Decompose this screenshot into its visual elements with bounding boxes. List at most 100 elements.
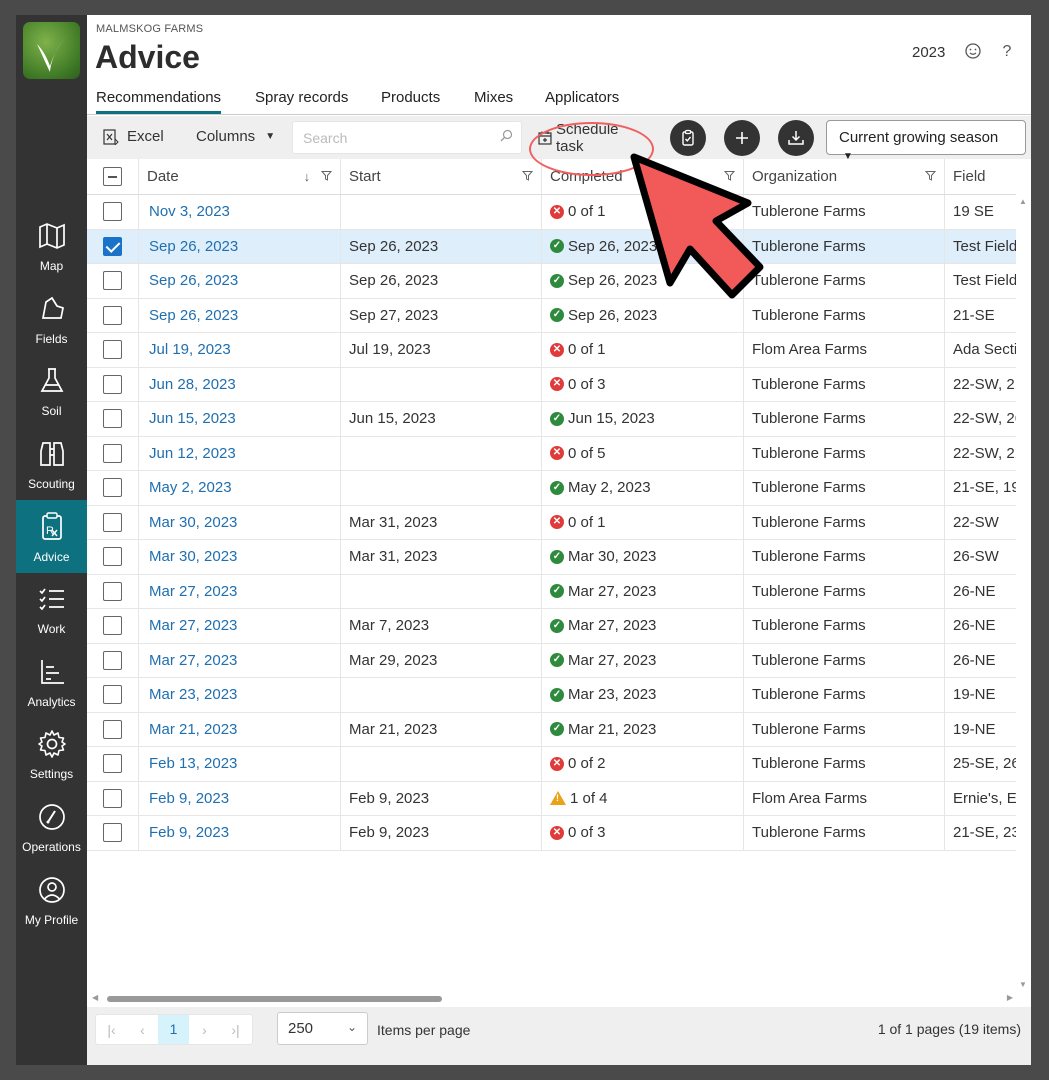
previous-page-icon[interactable]: ‹ xyxy=(127,1022,158,1038)
row-checkbox[interactable] xyxy=(103,478,122,498)
column-header-start[interactable]: Start xyxy=(341,159,542,194)
scroll-right-icon[interactable]: ▶ xyxy=(1007,993,1013,1002)
table-row[interactable]: Mar 27, 2023 Mar 7, 2023 ✓ Mar 27, 2023 Tubl… xyxy=(87,609,1016,644)
date-link[interactable]: May 2, 2023 xyxy=(149,479,232,496)
sidebar-item-my-profile[interactable]: My Profile xyxy=(16,863,87,936)
row-checkbox[interactable] xyxy=(103,305,122,325)
horizontal-scroll-thumb[interactable] xyxy=(107,996,442,1002)
download-button[interactable] xyxy=(778,120,814,156)
row-checkbox[interactable] xyxy=(103,443,122,463)
row-checkbox[interactable] xyxy=(103,754,122,774)
row-checkbox[interactable] xyxy=(103,374,122,394)
table-row[interactable]: Nov 3, 2023 ✕ 0 of 1 Tublerone Farms 19 SE xyxy=(87,195,1016,230)
column-header-date[interactable]: Date ↓ xyxy=(139,159,341,194)
date-link[interactable]: Jul 19, 2023 xyxy=(149,341,231,358)
tab-spray-records[interactable]: Spray records xyxy=(255,89,348,111)
row-checkbox[interactable] xyxy=(103,788,122,808)
help-icon[interactable]: ? xyxy=(997,42,1017,62)
table-row[interactable]: Jun 15, 2023 Jun 15, 2023 ✓ Jun 15, 2023 Tub… xyxy=(87,402,1016,437)
column-header-completed[interactable]: Completed xyxy=(542,159,744,194)
date-link[interactable]: Sep 26, 2023 xyxy=(149,238,238,255)
row-checkbox[interactable] xyxy=(103,823,122,843)
date-link[interactable]: Mar 30, 2023 xyxy=(149,548,237,565)
select-all-checkbox[interactable] xyxy=(103,167,122,186)
year-selector[interactable]: 2023 xyxy=(912,44,945,61)
table-row[interactable]: Mar 30, 2023 Mar 31, 2023 ✓ Mar 30, 2023 Tub… xyxy=(87,540,1016,575)
table-row[interactable]: Jul 19, 2023 Jul 19, 2023 ✕ 0 of 1 Flom Area… xyxy=(87,333,1016,368)
tab-products[interactable]: Products xyxy=(381,89,440,111)
date-link[interactable]: Mar 30, 2023 xyxy=(149,514,237,531)
date-link[interactable]: Sep 26, 2023 xyxy=(149,272,238,289)
add-button[interactable] xyxy=(724,120,760,156)
tab-recommendations[interactable]: Recommendations xyxy=(96,89,222,114)
tab-mixes[interactable]: Mixes xyxy=(474,89,513,111)
sidebar-item-scouting[interactable]: Scouting xyxy=(16,428,87,501)
table-row[interactable]: Feb 9, 2023 Feb 9, 2023! 1 of 4 Flom Area F… xyxy=(87,781,1016,816)
app-logo[interactable] xyxy=(23,22,80,79)
date-link[interactable]: Jun 15, 2023 xyxy=(149,410,236,427)
date-link[interactable]: Feb 9, 2023 xyxy=(149,824,229,841)
sort-descending-icon[interactable]: ↓ xyxy=(304,169,311,184)
row-checkbox[interactable] xyxy=(103,512,122,532)
smiley-icon[interactable] xyxy=(963,42,983,62)
row-checkbox[interactable] xyxy=(103,685,122,705)
scroll-up-icon[interactable]: ▲ xyxy=(1019,197,1027,206)
row-checkbox[interactable] xyxy=(103,409,122,429)
date-link[interactable]: Mar 27, 2023 xyxy=(149,617,237,634)
table-row[interactable]: Sep 26, 2023 Sep 27, 2023 ✓ Sep 26, 2023 Tub… xyxy=(87,298,1016,333)
page-number-button[interactable]: 1 xyxy=(158,1015,189,1044)
table-row[interactable]: Jun 28, 2023 ✕ 0 of 3 Tublerone Farms 22-SW,… xyxy=(87,367,1016,402)
date-link[interactable]: Mar 27, 2023 xyxy=(149,652,237,669)
date-link[interactable]: Sep 26, 2023 xyxy=(149,307,238,324)
row-checkbox[interactable] xyxy=(103,650,122,670)
filter-icon[interactable] xyxy=(924,169,937,184)
row-checkbox[interactable] xyxy=(103,581,122,601)
date-link[interactable]: Nov 3, 2023 xyxy=(149,203,230,220)
table-row[interactable]: May 2, 2023 ✓ May 2, 2023 Tublerone Farms 21… xyxy=(87,471,1016,506)
clipboard-check-button[interactable] xyxy=(670,120,706,156)
row-checkbox[interactable] xyxy=(103,236,122,256)
date-link[interactable]: Mar 21, 2023 xyxy=(149,721,237,738)
sidebar-item-map[interactable]: Map xyxy=(16,210,87,283)
date-link[interactable]: Jun 28, 2023 xyxy=(149,376,236,393)
column-header-field[interactable]: Field xyxy=(945,159,1016,194)
page-size-select[interactable]: 250 ⌄ xyxy=(277,1012,368,1045)
last-page-icon[interactable]: ›| xyxy=(220,1022,251,1038)
vertical-scrollbar[interactable]: ▲ ▼ xyxy=(1016,195,1031,991)
schedule-task-button[interactable]: Schedule task xyxy=(532,121,650,155)
sidebar-item-operations[interactable]: Operations xyxy=(16,791,87,864)
date-link[interactable]: Mar 27, 2023 xyxy=(149,583,237,600)
season-dropdown[interactable]: Current growing season ▼ xyxy=(826,120,1026,162)
sidebar-item-settings[interactable]: Settings xyxy=(16,718,87,791)
row-checkbox[interactable] xyxy=(103,271,122,291)
table-row[interactable]: Feb 13, 2023 ✕ 0 of 2 Tublerone Farms 25-SE,… xyxy=(87,747,1016,782)
table-row[interactable]: Sep 26, 2023 Sep 26, 2023 ✓ Sep 26, 2023 Tub… xyxy=(87,229,1016,264)
date-link[interactable]: Jun 12, 2023 xyxy=(149,445,236,462)
sidebar-item-analytics[interactable]: Analytics xyxy=(16,646,87,719)
first-page-icon[interactable]: |‹ xyxy=(96,1022,127,1038)
sidebar-item-work[interactable]: Work xyxy=(16,573,87,646)
row-checkbox[interactable] xyxy=(103,202,122,222)
sidebar-item-advice[interactable]: R Advice xyxy=(16,500,87,573)
filter-icon[interactable] xyxy=(723,169,736,184)
scroll-down-icon[interactable]: ▼ xyxy=(1019,980,1027,989)
excel-export-button[interactable]: Excel xyxy=(103,128,164,145)
table-row[interactable]: Mar 21, 2023 Mar 21, 2023 ✓ Mar 21, 2023 Tub… xyxy=(87,712,1016,747)
columns-dropdown[interactable]: Columns ▼ xyxy=(196,128,275,145)
date-link[interactable]: Feb 13, 2023 xyxy=(149,755,237,772)
sidebar-item-soil[interactable]: Soil xyxy=(16,355,87,428)
table-row[interactable]: Mar 27, 2023 ✓ Mar 27, 2023 Tublerone Farms… xyxy=(87,574,1016,609)
scroll-left-icon[interactable]: ◀ xyxy=(92,993,98,1002)
sidebar-item-fields[interactable]: Fields xyxy=(16,283,87,356)
filter-icon[interactable] xyxy=(521,169,534,184)
search-input[interactable]: Search xyxy=(292,121,522,154)
date-link[interactable]: Feb 9, 2023 xyxy=(149,790,229,807)
filter-icon[interactable] xyxy=(320,170,333,181)
date-link[interactable]: Mar 23, 2023 xyxy=(149,686,237,703)
table-row[interactable]: Mar 23, 2023 ✓ Mar 23, 2023 Tublerone Farms… xyxy=(87,678,1016,713)
table-row[interactable]: Feb 9, 2023 Feb 9, 2023 ✕ 0 of 3 Tublerone F… xyxy=(87,816,1016,851)
table-row[interactable]: Jun 12, 2023 ✕ 0 of 5 Tublerone Farms 22-SW,… xyxy=(87,436,1016,471)
row-checkbox[interactable] xyxy=(103,340,122,360)
table-row[interactable]: Mar 27, 2023 Mar 29, 2023 ✓ Mar 27, 2023 Tub… xyxy=(87,643,1016,678)
row-checkbox[interactable] xyxy=(103,616,122,636)
